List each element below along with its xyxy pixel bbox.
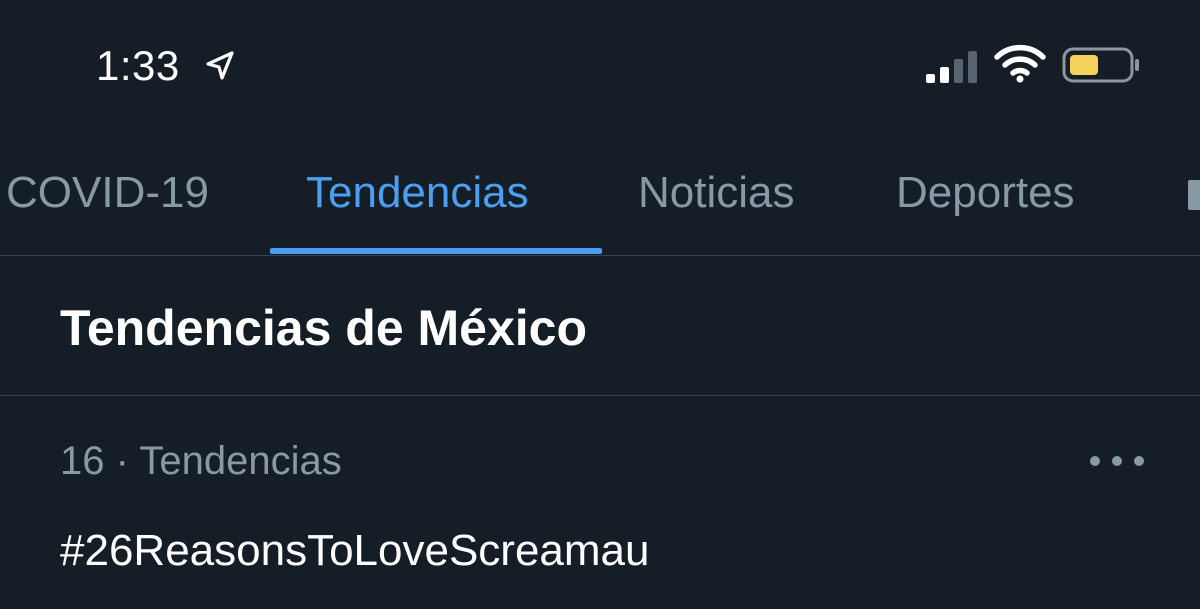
section-title: Tendencias de México [60,300,588,356]
battery-icon [1062,47,1139,83]
section-divider [0,395,1200,396]
trend-separator: · [115,439,129,483]
wifi-icon [994,44,1046,83]
tabs-divider [0,255,1200,256]
status-time: 1:33 [96,42,180,89]
tab-next-partial[interactable] [1188,180,1200,210]
active-tab-indicator [270,248,602,254]
tab-noticias[interactable]: Noticias [638,166,795,220]
tab-deportes[interactable]: Deportes [896,166,1075,220]
trend-name[interactable]: #26ReasonsToLoveScreamau [60,524,650,578]
trend-meta: 16 · Tendencias [60,436,342,486]
cellular-signal-icon [926,51,977,83]
trend-category: Tendencias [139,439,342,483]
location-arrow-icon [206,51,234,80]
tab-tendencias[interactable]: Tendencias [306,166,529,220]
more-horizontal-icon[interactable] [1090,446,1144,476]
trend-rank: 16 [60,439,105,483]
twitter-explore-screen: 1:33 COVID-19 Tendencias Noticias Deport… [0,0,1200,609]
explore-tabs: COVID-19 Tendencias Noticias Deportes [0,150,1200,256]
tab-covid-19[interactable]: COVID-19 [6,166,209,220]
